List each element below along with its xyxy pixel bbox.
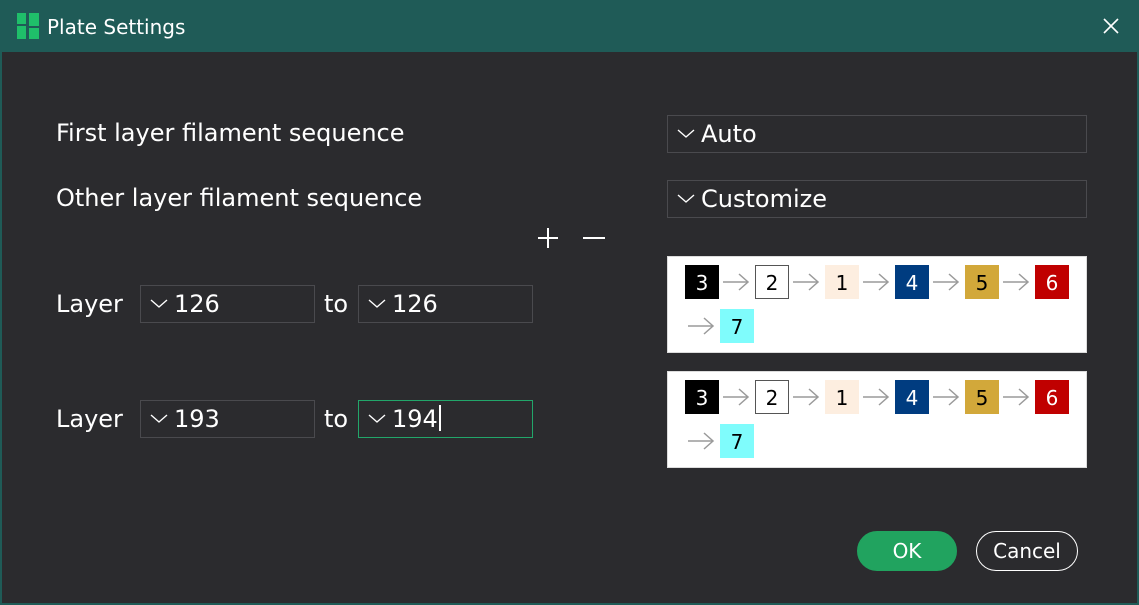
layer-range-from-input[interactable]: 193	[140, 400, 315, 438]
first-layer-sequence-label: First layer filament sequence	[56, 119, 405, 147]
filament-chip[interactable]: 3	[685, 265, 719, 299]
filament-chip[interactable]: 4	[895, 380, 929, 414]
layer-range-to-value-wrap: 194	[392, 404, 441, 434]
layer-range-from-value: 193	[174, 405, 220, 433]
chevron-down-icon	[150, 414, 168, 423]
text-caret	[438, 405, 441, 431]
layer-range-from-input[interactable]: 126	[140, 285, 315, 323]
filament-chip[interactable]: 6	[1035, 380, 1069, 414]
filament-chip[interactable]: 5	[965, 380, 999, 414]
arrow-right-icon	[688, 317, 715, 335]
arrow-right-icon	[793, 388, 820, 406]
layer-range-to-value: 126	[392, 290, 438, 318]
arrow-right-icon	[723, 388, 750, 406]
layer-range-label: Layer	[56, 290, 123, 318]
app-logo-icon	[17, 13, 39, 39]
minus-icon[interactable]	[581, 225, 607, 251]
layer-range-to-label: to	[324, 290, 349, 318]
arrow-right-icon	[1003, 388, 1030, 406]
filament-sequence-box: 3 2 1 4 5 6 7	[667, 256, 1087, 353]
arrow-right-icon	[723, 273, 750, 291]
layer-range-to-label: to	[324, 405, 349, 433]
other-layer-sequence-value: Customize	[701, 185, 827, 213]
chevron-down-icon	[677, 194, 695, 203]
arrow-right-icon	[793, 273, 820, 291]
other-layer-sequence-dropdown[interactable]: Customize	[667, 180, 1087, 218]
filament-chip[interactable]: 7	[720, 424, 754, 458]
chevron-down-icon	[150, 299, 168, 308]
layer-range-from-value: 126	[174, 290, 220, 318]
layer-range-to-input[interactable]: 194	[358, 400, 533, 438]
filament-chip[interactable]: 4	[895, 265, 929, 299]
chevron-down-icon	[368, 414, 386, 423]
cancel-button[interactable]: Cancel	[976, 531, 1078, 571]
close-icon[interactable]	[1101, 16, 1121, 36]
arrow-right-icon	[1003, 273, 1030, 291]
filament-chip[interactable]: 2	[755, 380, 789, 414]
filament-chip[interactable]: 7	[720, 309, 754, 343]
ok-button[interactable]: OK	[857, 531, 957, 571]
chevron-down-icon	[368, 299, 386, 308]
window-title: Plate Settings	[47, 15, 186, 39]
arrow-right-icon	[688, 432, 715, 450]
filament-chip[interactable]: 2	[755, 265, 789, 299]
layer-range-to-input[interactable]: 126	[358, 285, 533, 323]
first-layer-sequence-value: Auto	[701, 120, 757, 148]
filament-chip[interactable]: 6	[1035, 265, 1069, 299]
filament-chip[interactable]: 3	[685, 380, 719, 414]
arrow-right-icon	[863, 273, 890, 291]
first-layer-sequence-dropdown[interactable]: Auto	[667, 115, 1087, 153]
arrow-right-icon	[933, 273, 960, 291]
other-layer-sequence-label: Other layer filament sequence	[56, 184, 423, 212]
plus-icon[interactable]	[535, 225, 561, 251]
arrow-right-icon	[933, 388, 960, 406]
arrow-right-icon	[863, 388, 890, 406]
title-bar: Plate Settings	[0, 0, 1139, 52]
layer-range-label: Layer	[56, 405, 123, 433]
layer-range-to-value: 194	[392, 405, 438, 433]
filament-chip[interactable]: 1	[825, 265, 859, 299]
filament-chip[interactable]: 5	[965, 265, 999, 299]
filament-chip[interactable]: 1	[825, 380, 859, 414]
filament-sequence-box: 3 2 1 4 5 6 7	[667, 371, 1087, 468]
chevron-down-icon	[677, 129, 695, 138]
